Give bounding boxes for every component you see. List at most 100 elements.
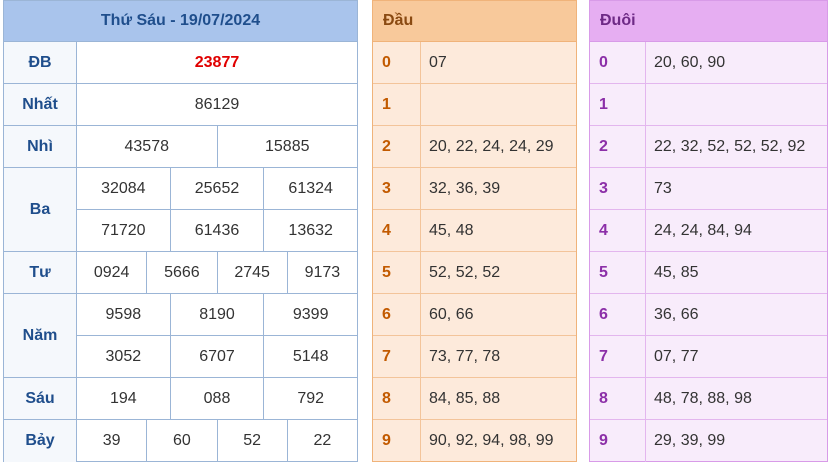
prize-number: 6707	[169, 336, 264, 377]
prize-number: 8190	[169, 294, 264, 335]
special-prize-number: 23877	[194, 53, 240, 71]
loto-head-row: 1	[373, 84, 576, 126]
loto-head-row: 4 45, 48	[373, 210, 576, 252]
loto-tail-row: 7 07, 77	[590, 336, 827, 378]
loto-tail-digit: 6	[590, 294, 646, 335]
loto-tail-values: 48, 78, 88, 98	[654, 389, 752, 407]
loto-tail-values: 07, 77	[654, 347, 699, 365]
loto-tail-row: 6 36, 66	[590, 294, 827, 336]
prize-label: Bảy	[4, 420, 77, 462]
prize-number: 25652	[169, 168, 264, 209]
loto-head-digit: 4	[373, 210, 421, 251]
prize-number: 5666	[146, 252, 216, 293]
loto-head-row: 8 84, 85, 88	[373, 378, 576, 420]
prize-label: Tư	[4, 252, 77, 293]
prize-number: 2745	[216, 252, 287, 293]
loto-tail-row: 2 22, 32, 52, 52, 52, 92	[590, 126, 827, 168]
prize-label: Nhất	[4, 84, 77, 125]
results-date-title: Thứ Sáu - 19/07/2024	[4, 1, 357, 42]
loto-tail-values	[646, 84, 827, 125]
prize-row-nhi: Nhì 43578 15885	[4, 126, 357, 168]
loto-tail-row: 1	[590, 84, 827, 126]
loto-tail-row: 4 24, 24, 84, 94	[590, 210, 827, 252]
prize-number: 61436	[169, 210, 264, 251]
loto-head-values: 07	[429, 53, 447, 71]
prize-row-tu: Tư 0924 5666 2745 9173	[4, 252, 357, 294]
prize-label: Sáu	[4, 378, 77, 419]
loto-tail-header: Đuôi	[590, 1, 827, 42]
loto-tail-digit: 7	[590, 336, 646, 377]
loto-tail-digit: 3	[590, 168, 646, 209]
prize-number: 60	[146, 420, 216, 462]
loto-head-values: 52, 52, 52	[429, 263, 501, 281]
prize-number: 15885	[216, 126, 358, 167]
loto-tail-values: 20, 60, 90	[654, 53, 726, 71]
prize-row-ba: Ba 32084 25652 61324 71720 61436 13632	[4, 168, 357, 252]
loto-tail-values: 36, 66	[654, 305, 699, 323]
prize-number: 194	[109, 389, 137, 407]
loto-tail-digit: 8	[590, 378, 646, 419]
loto-tail-values: 73	[654, 179, 672, 197]
loto-head-row: 9 90, 92, 94, 98, 99	[373, 420, 576, 462]
loto-head-values	[421, 84, 576, 125]
prize-number: 9598	[105, 305, 142, 323]
prize-number: 088	[169, 378, 264, 419]
prize-row-db: ĐB 23877	[4, 42, 357, 84]
prize-number: 22	[286, 420, 357, 462]
loto-head-digit: 8	[373, 378, 421, 419]
prize-row-sau: Sáu 194 088 792	[4, 378, 357, 420]
prize-number: 5148	[263, 336, 357, 377]
prize-number: 32084	[101, 179, 146, 197]
loto-head-row: 6 60, 66	[373, 294, 576, 336]
loto-head-values: 73, 77, 78	[429, 347, 501, 365]
prize-label: ĐB	[4, 42, 77, 83]
loto-head-digit: 2	[373, 126, 421, 167]
prize-number: 43578	[124, 137, 170, 155]
prize-row-nhat: Nhất 86129	[4, 84, 357, 126]
loto-tail-row: 9 29, 39, 99	[590, 420, 827, 462]
loto-head-row: 2 20, 22, 24, 24, 29	[373, 126, 576, 168]
loto-tail-row: 5 45, 85	[590, 252, 827, 294]
loto-head-values: 90, 92, 94, 98, 99	[429, 432, 554, 449]
loto-head-values: 84, 85, 88	[429, 389, 501, 407]
loto-head-digit: 0	[373, 42, 421, 83]
loto-head-header: Đầu	[373, 1, 576, 42]
prize-number: 39	[102, 432, 121, 449]
loto-head-digit: 7	[373, 336, 421, 377]
prize-number: 86129	[194, 95, 240, 113]
prize-number: 0924	[93, 263, 130, 281]
loto-tail-values: 45, 85	[654, 263, 699, 281]
prize-number: 52	[216, 420, 287, 462]
prize-number: 13632	[263, 210, 357, 251]
loto-head-digit: 6	[373, 294, 421, 335]
prize-number: 71720	[101, 221, 146, 239]
loto-tail-digit: 2	[590, 126, 646, 167]
loto-head-values: 60, 66	[429, 305, 474, 323]
loto-head-digit: 5	[373, 252, 421, 293]
prize-number: 9173	[286, 252, 357, 293]
loto-tail-table: Đuôi 0 20, 60, 90 1 2 22, 32, 52, 52, 52, …	[589, 0, 828, 462]
loto-tail-digit: 0	[590, 42, 646, 83]
loto-head-digit: 9	[373, 420, 421, 462]
lottery-results-table: Thứ Sáu - 19/07/2024 ĐB 23877 Nhất 86129…	[3, 0, 358, 462]
loto-tail-digit: 1	[590, 84, 646, 125]
loto-tail-row: 8 48, 78, 88, 98	[590, 378, 827, 420]
loto-head-row: 5 52, 52, 52	[373, 252, 576, 294]
prize-row-bay: Bảy 39 60 52 22	[4, 420, 357, 462]
loto-tail-row: 3 73	[590, 168, 827, 210]
prize-number: 3052	[105, 347, 142, 365]
loto-head-row: 3 32, 36, 39	[373, 168, 576, 210]
loto-tail-values: 24, 24, 84, 94	[654, 221, 752, 239]
loto-tail-row: 0 20, 60, 90	[590, 42, 827, 84]
prize-number: 61324	[263, 168, 357, 209]
prize-row-nam: Năm 9598 8190 9399 3052 6707 5148	[4, 294, 357, 378]
prize-number: 792	[263, 378, 357, 419]
loto-tail-digit: 4	[590, 210, 646, 251]
loto-tail-digit: 9	[590, 420, 646, 462]
loto-head-row: 0 07	[373, 42, 576, 84]
loto-head-digit: 3	[373, 168, 421, 209]
prize-label: Ba	[4, 168, 77, 251]
loto-head-values: 20, 22, 24, 24, 29	[429, 137, 554, 155]
prize-label: Năm	[4, 294, 77, 377]
loto-tail-digit: 5	[590, 252, 646, 293]
